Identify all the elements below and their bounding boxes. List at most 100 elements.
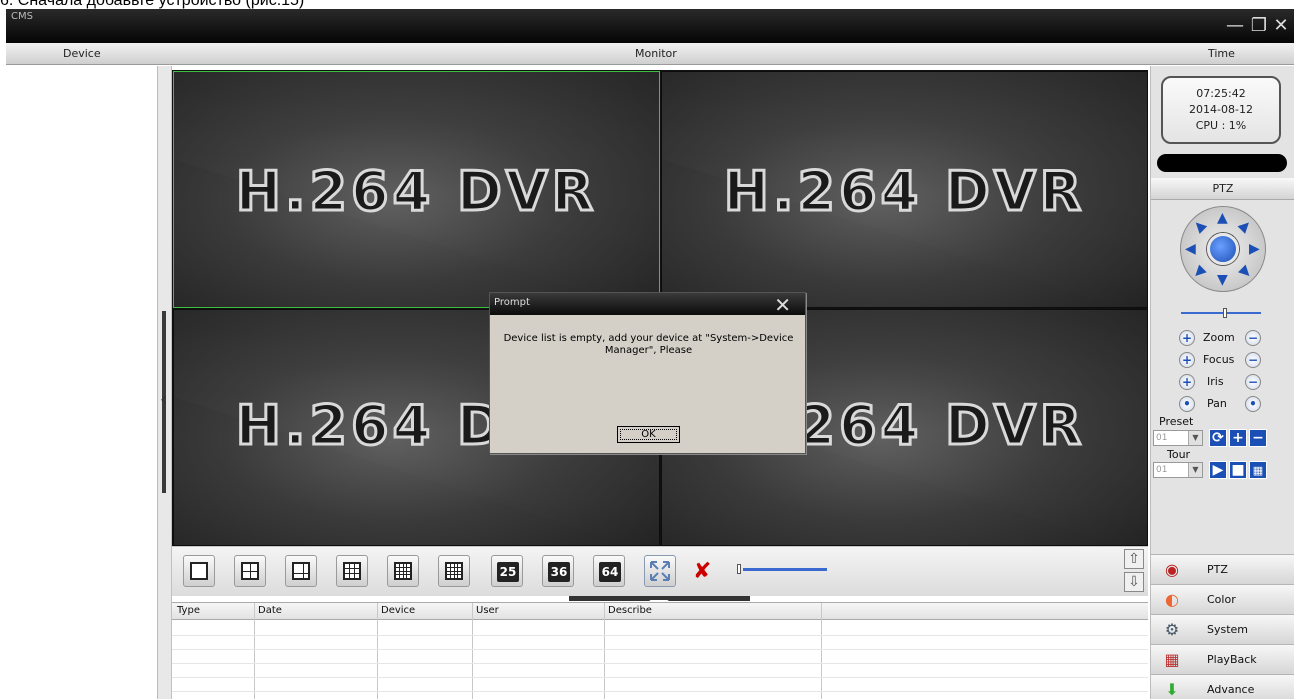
- system-settings-icon: ⚙: [1164, 620, 1180, 639]
- split-25-button[interactable]: 25: [491, 555, 523, 587]
- zoom-out-button[interactable]: −: [1245, 330, 1261, 346]
- ptz-speed-slider[interactable]: [1181, 308, 1261, 318]
- scroll-up-icon[interactable]: ⇧: [1124, 549, 1144, 569]
- column-header[interactable]: Type: [177, 605, 200, 616]
- restore-icon[interactable]: ❐: [1248, 15, 1270, 37]
- device-header: Device: [63, 47, 101, 60]
- column-header[interactable]: User: [476, 605, 499, 616]
- device-tree-panel[interactable]: [6, 66, 158, 699]
- cpu-usage: CPU : 1%: [1195, 119, 1247, 132]
- zoom-in-button[interactable]: +: [1179, 330, 1195, 346]
- split-64-button[interactable]: 64: [593, 555, 625, 587]
- split-1-button[interactable]: [183, 555, 215, 587]
- iris-close-button[interactable]: −: [1245, 374, 1261, 390]
- menu-color-label: Color: [1207, 593, 1236, 606]
- column-divider: [377, 603, 378, 699]
- tour-play-button[interactable]: ▶: [1209, 461, 1227, 479]
- ptz-right-icon[interactable]: ▶: [1249, 242, 1260, 256]
- dialog-close-icon[interactable]: ✕: [774, 293, 791, 317]
- dvr-logo: H.264 DVR: [234, 159, 598, 225]
- preset-call-button[interactable]: ⟳: [1209, 429, 1227, 447]
- clapperboard-icon: ▦: [1164, 650, 1180, 669]
- column-header[interactable]: Describe: [608, 605, 652, 616]
- split-36-label: 36: [548, 562, 570, 582]
- download-arrow-icon: ⬇: [1165, 680, 1179, 699]
- column-header[interactable]: Date: [258, 605, 282, 616]
- window-titlebar: CMS — ❐ ✕: [6, 9, 1294, 43]
- preset-remove-button[interactable]: −: [1249, 429, 1267, 447]
- video-pane-2[interactable]: H.264 DVR: [661, 71, 1148, 308]
- column-divider: [821, 603, 822, 699]
- volume-slider[interactable]: [735, 564, 827, 574]
- tour-stop-button[interactable]: ■: [1229, 461, 1247, 479]
- menu-system-label: System: [1207, 623, 1249, 636]
- color-palette-icon: ◐: [1165, 590, 1179, 609]
- preset-label: Preset: [1159, 415, 1194, 428]
- split-16-icon: [445, 562, 463, 580]
- log-panel-handle[interactable]: [569, 596, 750, 606]
- clock-time: 07:25:42: [1196, 87, 1246, 100]
- focus-control: + Focus −: [1179, 350, 1289, 370]
- log-table: Type Date Device User Describe: [172, 602, 1148, 699]
- focus-far-button[interactable]: −: [1245, 352, 1261, 368]
- table-row: [172, 663, 1148, 664]
- status-clock: 07:25:42 2014-08-12 CPU : 1%: [1161, 76, 1281, 144]
- video-pane-1[interactable]: H.264 DVR: [173, 71, 660, 308]
- preset-value: 01: [1156, 433, 1168, 443]
- split-36-button[interactable]: 36: [542, 555, 574, 587]
- fullscreen-button[interactable]: [644, 555, 676, 587]
- menu-ptz-button[interactable]: ◉ PTZ: [1151, 554, 1294, 584]
- ptz-up-icon[interactable]: ▲: [1217, 211, 1228, 225]
- fullscreen-icon: [650, 561, 670, 581]
- panel-splitter[interactable]: ‹: [158, 66, 172, 699]
- preset-add-button[interactable]: +: [1229, 429, 1247, 447]
- split-9-button[interactable]: [336, 555, 368, 587]
- table-row: [172, 649, 1148, 650]
- column-header[interactable]: Device: [381, 605, 415, 616]
- split-4-button[interactable]: [234, 555, 266, 587]
- tour-label: Tour: [1167, 448, 1191, 461]
- split-6-button[interactable]: [285, 555, 317, 587]
- menu-advance-label: Advance: [1207, 683, 1255, 696]
- menu-advance-button[interactable]: ⬇ Advance: [1151, 674, 1294, 699]
- volume-knob[interactable]: [737, 564, 741, 574]
- ptz-down-icon[interactable]: ▼: [1217, 273, 1228, 287]
- collapse-left-icon[interactable]: ‹: [160, 389, 167, 410]
- menu-color-button[interactable]: ◐ Color: [1151, 584, 1294, 614]
- menu-system-button[interactable]: ⚙ System: [1151, 614, 1294, 644]
- speed-track: [1181, 312, 1261, 314]
- time-header: Time: [1208, 47, 1235, 60]
- preset-select[interactable]: 01 ▼: [1153, 430, 1203, 446]
- menu-playback-label: PlayBack: [1207, 653, 1257, 666]
- ok-button[interactable]: OK: [617, 426, 680, 443]
- split-16-button[interactable]: [438, 555, 470, 587]
- minimize-icon[interactable]: —: [1224, 15, 1246, 37]
- volume-track: [743, 568, 827, 571]
- pan-start-button[interactable]: •: [1179, 396, 1195, 412]
- right-control-panel: 07:25:42 2014-08-12 CPU : 1% PTZ ▲ ▼ ◀ ▶…: [1150, 66, 1294, 699]
- split-13-icon: [394, 562, 412, 580]
- prompt-dialog: Prompt ✕ Device list is empty, add your …: [489, 292, 806, 454]
- mute-icon[interactable]: ✘: [693, 559, 711, 584]
- menu-playback-button[interactable]: ▦ PlayBack: [1151, 644, 1294, 674]
- focus-near-button[interactable]: +: [1179, 352, 1195, 368]
- ptz-center-button[interactable]: [1207, 233, 1239, 265]
- ptz-up-right-icon[interactable]: ▲: [1236, 217, 1255, 236]
- iris-label: Iris: [1207, 375, 1224, 388]
- split-4-icon: [241, 562, 259, 580]
- ptz-down-left-icon[interactable]: ▼: [1190, 263, 1209, 282]
- pan-stop-button[interactable]: •: [1245, 396, 1261, 412]
- ptz-up-left-icon[interactable]: ▲: [1190, 217, 1209, 236]
- tour-grid-button[interactable]: ▦: [1249, 461, 1267, 479]
- ptz-left-icon[interactable]: ◀: [1185, 242, 1196, 256]
- split-13-button[interactable]: [387, 555, 419, 587]
- iris-open-button[interactable]: +: [1179, 374, 1195, 390]
- split-toolbar: 25 36 64 ✘ ⇧ ⇩: [172, 546, 1148, 596]
- speed-knob[interactable]: [1223, 308, 1227, 318]
- monitor-header: Monitor: [635, 47, 677, 60]
- tour-select[interactable]: 01 ▼: [1153, 462, 1203, 478]
- pan-label: Pan: [1207, 397, 1227, 410]
- ptz-down-right-icon[interactable]: ▼: [1236, 263, 1255, 282]
- close-icon[interactable]: ✕: [1270, 15, 1292, 37]
- scroll-down-icon[interactable]: ⇩: [1124, 572, 1144, 592]
